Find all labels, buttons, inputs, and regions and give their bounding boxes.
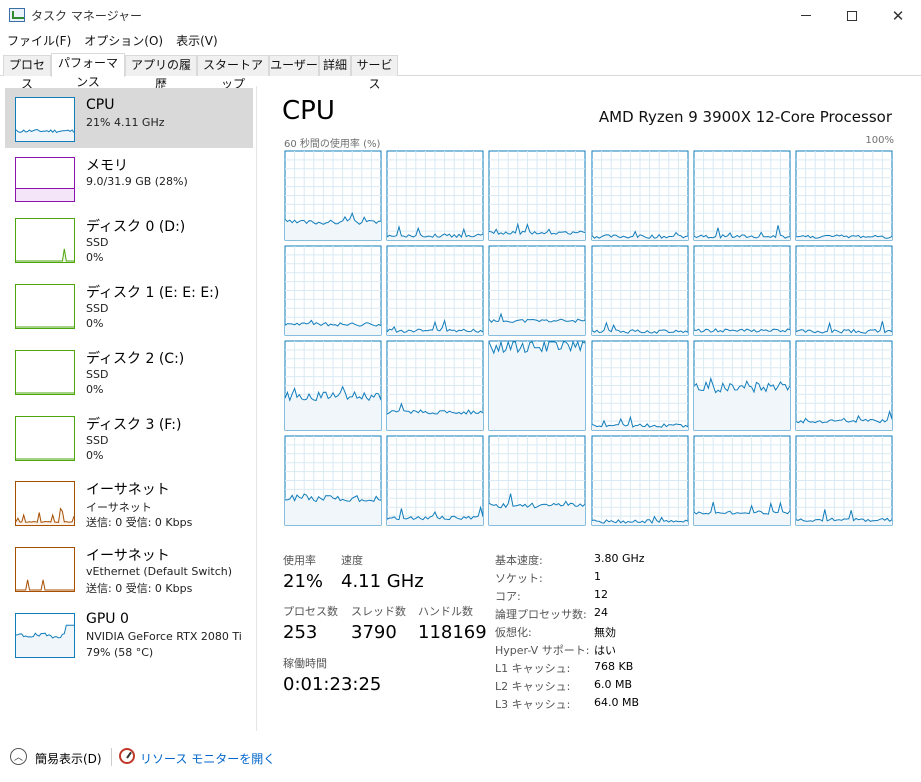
info-value-sockets: 1 bbox=[594, 570, 601, 583]
info-key-l3-cache: L3 キャッシュ: bbox=[495, 698, 571, 711]
uptime-value: 0:01:23:25 bbox=[283, 674, 382, 695]
chevron-up-icon[interactable]: ︿ bbox=[10, 748, 27, 765]
info-key-hyper-v: Hyper-V サポート: bbox=[495, 644, 590, 657]
core-graph bbox=[488, 150, 586, 241]
info-key-logical-processors: 論理プロセッサ数: bbox=[495, 608, 587, 621]
core-graph bbox=[795, 150, 893, 241]
usage-label: 使用率 bbox=[283, 554, 316, 567]
ethernet-2-thumbnail-graph bbox=[15, 547, 75, 592]
core-graph bbox=[488, 435, 586, 526]
processes-value: 253 bbox=[283, 622, 318, 643]
handles-value: 118169 bbox=[418, 622, 487, 643]
sidebar-item-detail: 79% (58 °C) bbox=[86, 646, 154, 659]
info-key-l1-cache: L1 キャッシュ: bbox=[495, 662, 571, 675]
usage-value: 21% bbox=[283, 571, 324, 592]
processes-label: プロセス数 bbox=[283, 605, 338, 618]
core-graph bbox=[284, 435, 382, 526]
core-graph bbox=[591, 245, 689, 336]
core-graph bbox=[693, 340, 791, 431]
info-value-l3-cache: 64.0 MB bbox=[594, 696, 640, 709]
info-value-l1-cache: 768 KB bbox=[594, 660, 634, 673]
info-value-l2-cache: 6.0 MB bbox=[594, 678, 633, 691]
sidebar-item-title: GPU 0 bbox=[86, 611, 129, 627]
core-graph bbox=[386, 245, 484, 336]
open-resource-monitor-link[interactable]: リソース モニターを開く bbox=[140, 750, 275, 767]
core-graph bbox=[488, 340, 586, 431]
core-graph bbox=[795, 245, 893, 336]
core-graph bbox=[386, 150, 484, 241]
core-graph bbox=[795, 435, 893, 526]
sidebar-item-adapter: vEthernet (Default Switch) bbox=[86, 565, 233, 578]
handles-label: ハンドル数 bbox=[418, 605, 473, 618]
sidebar-item-title: イーサネット bbox=[86, 548, 170, 564]
info-key-sockets: ソケット: bbox=[495, 572, 543, 585]
uptime-label: 稼働時間 bbox=[283, 657, 327, 670]
fewer-details-button[interactable]: 簡易表示(D) bbox=[35, 750, 102, 767]
core-graph bbox=[386, 435, 484, 526]
info-value-virtualization: 無効 bbox=[594, 626, 616, 639]
info-value-cores: 12 bbox=[594, 588, 608, 601]
core-graph bbox=[693, 435, 791, 526]
logical-processor-graphs[interactable] bbox=[0, 0, 921, 540]
core-graph bbox=[284, 150, 382, 241]
core-graph bbox=[591, 150, 689, 241]
speed-label: 速度 bbox=[341, 554, 363, 567]
info-key-l2-cache: L2 キャッシュ: bbox=[495, 680, 571, 693]
core-graph bbox=[284, 245, 382, 336]
core-graph bbox=[591, 340, 689, 431]
footer-bar: ︿ 簡易表示(D) リソース モニターを開く bbox=[0, 741, 921, 771]
core-graph bbox=[488, 245, 586, 336]
sidebar-item-adapter: NVIDIA GeForce RTX 2080 Ti bbox=[86, 630, 242, 643]
core-graph bbox=[386, 340, 484, 431]
core-graph bbox=[693, 150, 791, 241]
info-key-cores: コア: bbox=[495, 590, 521, 603]
resource-monitor-icon[interactable] bbox=[119, 748, 135, 764]
footer-divider bbox=[111, 748, 112, 766]
core-graph bbox=[591, 435, 689, 526]
info-value-hyper-v: はい bbox=[594, 644, 616, 657]
core-graph bbox=[795, 340, 893, 431]
core-graph bbox=[693, 245, 791, 336]
info-value-logical-processors: 24 bbox=[594, 606, 608, 619]
sidebar-item-ethernet-2[interactable]: イーサネット vEthernet (Default Switch) 送信: 0 … bbox=[5, 540, 253, 606]
thumbnail-line bbox=[16, 579, 74, 591]
core-graph bbox=[284, 340, 382, 431]
core-usage-fill bbox=[489, 341, 585, 430]
speed-value: 4.11 GHz bbox=[341, 571, 424, 592]
gpu-0-thumbnail-graph bbox=[15, 613, 75, 658]
threads-label: スレッド数 bbox=[351, 605, 406, 618]
info-key-virtualization: 仮想化: bbox=[495, 626, 532, 639]
info-value-base-speed: 3.80 GHz bbox=[594, 552, 645, 565]
info-key-base-speed: 基本速度: bbox=[495, 554, 543, 567]
threads-value: 3790 bbox=[351, 622, 397, 643]
sidebar-item-detail: 送信: 0 受信: 0 Kbps bbox=[86, 582, 193, 595]
sidebar-item-gpu-0[interactable]: GPU 0 NVIDIA GeForce RTX 2080 Ti 79% (58… bbox=[5, 606, 253, 672]
